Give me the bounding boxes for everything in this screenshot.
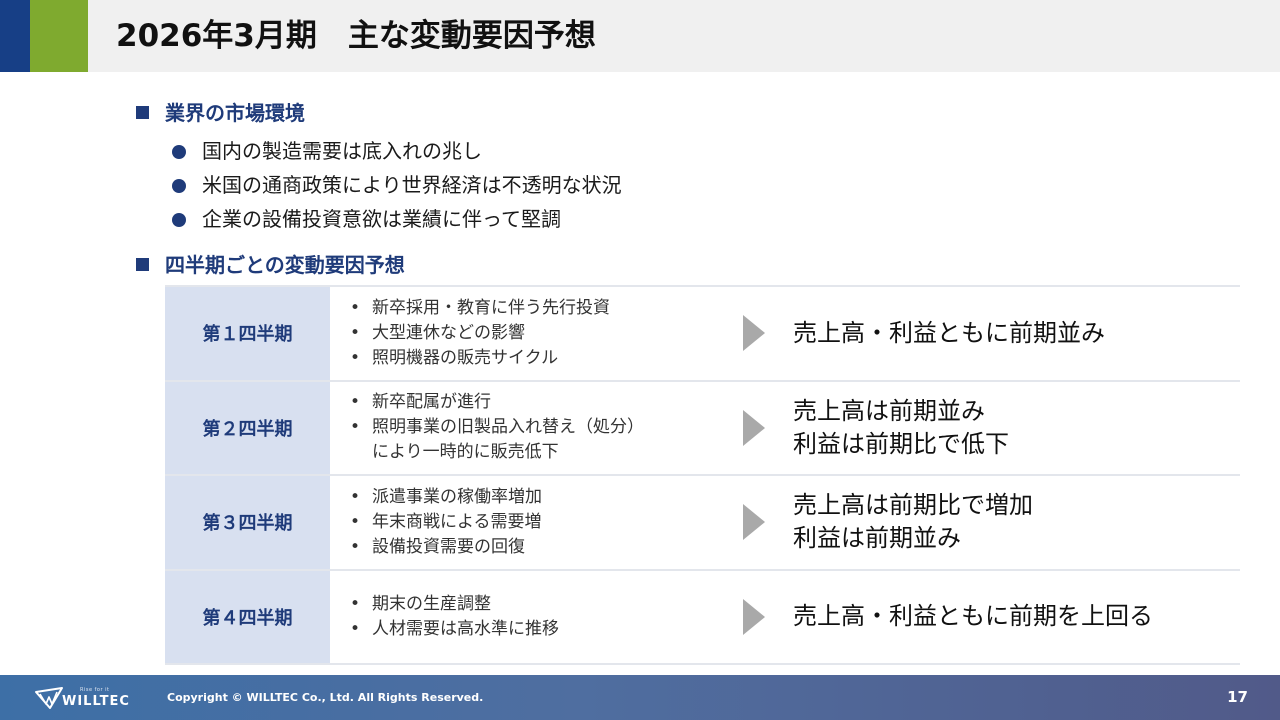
quarter-label: 第４四半期 [165, 570, 330, 663]
square-bullet-icon [136, 106, 149, 119]
market-item-text: 米国の通商政策により世界経済は不透明な状況 [202, 173, 622, 197]
quarter-label: 第１四半期 [165, 287, 330, 380]
circle-bullet-icon [172, 179, 186, 193]
market-item-text: 国内の製造需要は底入れの兆し [202, 139, 482, 163]
table-row: 第１四半期 新卒採用・教育に伴う先行投資 大型連休などの影響 照明機器の販売サイ… [165, 287, 1240, 382]
arrow-right-icon [735, 571, 785, 664]
quarter-factors: 新卒配属が進行 照明事業の旧製品入れ替え（処分） により一時的に販売低下 [330, 382, 735, 475]
market-heading-text: 業界の市場環境 [165, 101, 305, 125]
arrow-right-icon [735, 476, 785, 569]
logo-wordmark: WILLTEC [62, 694, 130, 709]
quarter-factors: 派遣事業の稼働率増加 年末商戦による需要増 設備投資需要の回復 [330, 476, 735, 569]
list-item: 米国の通商政策により世界経済は不透明な状況 [172, 168, 622, 202]
outlook-line: 利益は前期比で低下 [793, 429, 1009, 458]
quarter-outlook: 売上高は前期比で増加 利益は前期並み [785, 476, 1240, 569]
circle-bullet-icon [172, 213, 186, 227]
market-item-text: 企業の設備投資意欲は業績に伴って堅調 [202, 207, 561, 231]
header-accent-blue [0, 0, 30, 72]
quarter-label: 第３四半期 [165, 476, 330, 569]
list-item: 国内の製造需要は底入れの兆し [172, 134, 622, 168]
quarter-outlook: 売上高は前期並み 利益は前期比で低下 [785, 382, 1240, 475]
market-heading: 業界の市場環境 [136, 100, 305, 126]
square-bullet-icon [136, 258, 149, 271]
factor-item: 照明機器の販売サイクル [350, 346, 735, 371]
slide-footer: Rise for it WILLTEC Copyright © WILLTEC … [0, 675, 1280, 720]
logo-tagline: Rise for it [80, 687, 110, 693]
market-list: 国内の製造需要は底入れの兆し 米国の通商政策により世界経済は不透明な状況 企業の… [172, 134, 622, 236]
page-number: 17 [1227, 688, 1248, 706]
outlook-line: 売上高は前期比で増加 [793, 491, 1033, 520]
outlook-line: 売上高・利益ともに前期を上回る [793, 602, 1153, 631]
factor-item: 照明事業の旧製品入れ替え（処分） [350, 415, 735, 440]
factor-item: 新卒採用・教育に伴う先行投資 [350, 296, 735, 321]
factor-item-continuation: により一時的に販売低下 [372, 442, 559, 463]
arrow-right-icon [735, 287, 785, 380]
factor-item: 大型連休などの影響 [350, 321, 735, 346]
table-row: 第２四半期 新卒配属が進行 照明事業の旧製品入れ替え（処分） により一時的に販売… [165, 381, 1240, 476]
quarter-label: 第２四半期 [165, 381, 330, 474]
copyright-text: Copyright © WILLTEC Co., Ltd. All Rights… [167, 691, 484, 704]
quarter-factors: 期末の生産調整 人材需要は高水準に推移 [330, 571, 735, 664]
list-item: 企業の設備投資意欲は業績に伴って堅調 [172, 202, 622, 236]
logo-mark-icon [35, 687, 63, 709]
factor-item: 設備投資需要の回復 [350, 535, 735, 560]
factor-item: 人材需要は高水準に推移 [350, 617, 735, 642]
outlook-line: 利益は前期並み [793, 524, 961, 553]
header-accent-green [30, 0, 88, 72]
circle-bullet-icon [172, 145, 186, 159]
quarter-outlook: 売上高・利益ともに前期並み [785, 287, 1240, 380]
factor-item: 新卒配属が進行 [350, 390, 735, 415]
quarters-heading-text: 四半期ごとの変動要因予想 [165, 253, 405, 277]
slide-header: 2026年3月期 主な変動要因予想 [0, 0, 1280, 72]
table-row: 第４四半期 期末の生産調整 人材需要は高水準に推移 売上高・利益ともに前期を上回… [165, 570, 1240, 665]
quarter-outlook: 売上高・利益ともに前期を上回る [785, 571, 1240, 664]
table-row: 第３四半期 派遣事業の稼働率増加 年末商戦による需要増 設備投資需要の回復 売上… [165, 476, 1240, 571]
arrow-right-icon [735, 382, 785, 475]
outlook-line: 売上高は前期並み [793, 396, 985, 425]
quarter-table: 第１四半期 新卒採用・教育に伴う先行投資 大型連休などの影響 照明機器の販売サイ… [165, 285, 1240, 665]
factor-item: 期末の生産調整 [350, 592, 735, 617]
quarter-factors: 新卒採用・教育に伴う先行投資 大型連休などの影響 照明機器の販売サイクル [330, 287, 735, 380]
quarters-heading: 四半期ごとの変動要因予想 [136, 252, 405, 278]
outlook-line: 売上高・利益ともに前期並み [793, 318, 1105, 347]
factor-item: 派遣事業の稼働率増加 [350, 485, 735, 510]
slide-title: 2026年3月期 主な変動要因予想 [116, 18, 596, 54]
factor-item: 年末商戦による需要増 [350, 510, 735, 535]
